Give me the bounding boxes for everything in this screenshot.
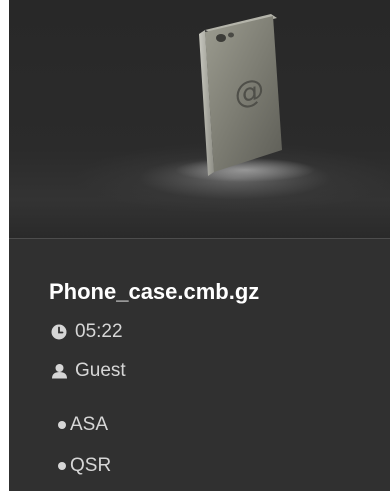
tag-label: QSR [70,455,112,476]
clock-icon [50,323,68,341]
file-owner-value: Guest [75,360,126,381]
tag-label: ASA [70,414,109,435]
bullet-icon [58,421,66,429]
file-card[interactable]: @ Phone_case.cmb.gz 05:22 Guest ASA QSR [9,0,390,491]
user-icon [50,362,68,380]
file-thumbnail[interactable]: @ [9,0,390,238]
file-time: 05:22 [50,320,123,344]
file-info: Phone_case.cmb.gz 05:22 Guest ASA QSR [9,239,390,491]
file-owner: Guest [50,359,126,383]
file-time-value: 05:22 [75,321,123,342]
tag-item: QSR [58,454,111,478]
tag-item: ASA [58,413,108,437]
file-name[interactable]: Phone_case.cmb.gz [49,279,259,305]
bullet-icon [58,462,66,470]
phone-case-model-icon: @ [175,14,315,182]
